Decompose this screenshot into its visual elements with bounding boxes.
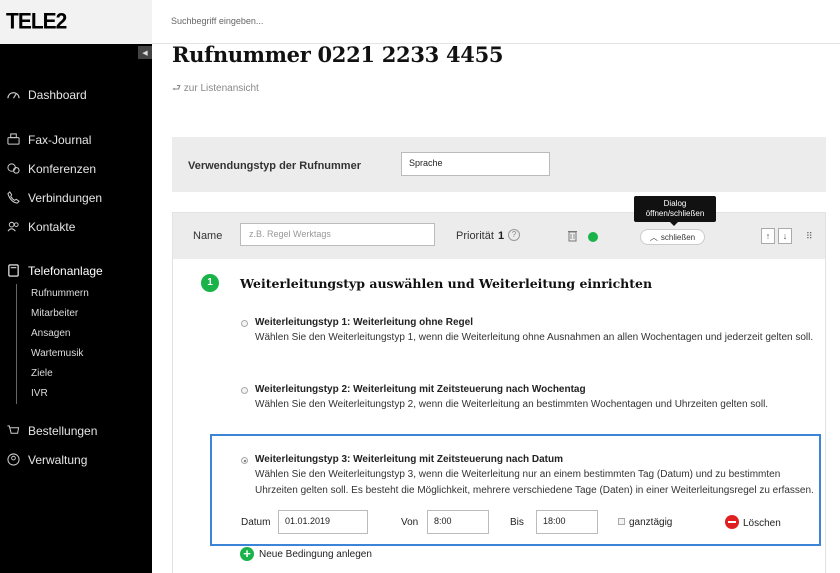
sidebar-item-bestellungen[interactable]: Bestellungen (0, 416, 152, 445)
sidebar-subitem-ziele[interactable]: Ziele (31, 364, 89, 384)
sidebar-item-verbindungen[interactable]: Verbindungen (0, 183, 152, 212)
active-status-dot[interactable] (588, 232, 598, 242)
phone-system-icon (6, 264, 20, 278)
to-time-input[interactable]: 18:00 (536, 510, 598, 534)
sidebar-submenu: Rufnummern Mitarbeiter Ansagen Wartemusi… (16, 284, 89, 404)
rule-name-input[interactable]: z.B. Regel Werktags (240, 223, 435, 246)
page-title: Rufnummer 0221 2233 4455 (172, 42, 504, 67)
sidebar-subitem-rufnummern[interactable]: Rufnummern (31, 284, 89, 304)
priority-value: 1 (498, 230, 505, 242)
sidebar-nav-bottom: Bestellungen Verwaltung (0, 416, 152, 474)
sidebar-item-telefonanlage[interactable]: Telefonanlage (0, 256, 152, 285)
new-condition-label: Neue Bedingung anlegen (259, 548, 372, 560)
rule-name-label: Name (193, 230, 223, 242)
phone-icon (6, 191, 20, 205)
sidebar-item-dashboard[interactable]: Dashboard (0, 80, 152, 109)
usage-type-panel: Verwendungstyp der Rufnummer Sprache (172, 137, 826, 192)
date-label: Datum (241, 517, 271, 528)
sidebar-item-label: Konferenzen (28, 161, 97, 176)
sidebar-item-fax-journal[interactable]: Fax-Journal (0, 125, 152, 154)
date-input[interactable]: 01.01.2019 (278, 510, 368, 534)
user-admin-icon (6, 453, 20, 467)
option-description: Wählen Sie den Weiterleitungstyp 3, wenn… (255, 469, 814, 496)
dashboard-icon (6, 88, 20, 102)
sidebar-subitem-ansagen[interactable]: Ansagen (31, 324, 89, 344)
option-title: Weiterleitungstyp 3: Weiterleitung mit Z… (255, 454, 564, 465)
sidebar: TELE2 ◀ Dashboard Fax-Journal Konferenze… (0, 0, 152, 573)
conference-icon (6, 162, 20, 176)
radio-type-3[interactable] (241, 457, 248, 464)
usage-type-select[interactable]: Sprache (401, 152, 550, 176)
date-condition-row: Datum 01.01.2019 Von 8:00 Bis 18:00 ganz… (211, 508, 811, 538)
sidebar-item-label: Bestellungen (28, 423, 98, 438)
cart-icon (6, 424, 20, 438)
drag-handle-icon[interactable]: ⠿ (806, 231, 813, 242)
move-down-button[interactable]: ↓ (778, 228, 792, 244)
contacts-icon (6, 220, 20, 234)
move-up-button[interactable]: ↑ (761, 228, 775, 244)
sidebar-item-label: Kontakte (28, 219, 76, 234)
allday-label: ganztägig (629, 517, 673, 528)
tooltip-line-1: Dialog (663, 199, 687, 208)
sidebar-collapse-button[interactable]: ◀ (138, 46, 152, 59)
new-condition-button[interactable]: + Neue Bedingung anlegen (240, 547, 372, 561)
close-dialog-button[interactable]: ︿ schließen (640, 229, 705, 245)
sidebar-item-label: Dashboard (28, 87, 87, 102)
dialog-toggle-tooltip: Dialog öffnen/schließen (634, 196, 716, 226)
forwarding-rule-card: Name z.B. Regel Werktags Priorität 1 ? ︿… (172, 212, 826, 573)
sidebar-item-konferenzen[interactable]: Konferenzen (0, 154, 152, 183)
back-link-label: zur Listenansicht (183, 83, 259, 94)
tooltip-line-2: öffnen/schließen (645, 209, 705, 218)
trash-icon[interactable] (567, 229, 578, 242)
sidebar-subitem-mitarbeiter[interactable]: Mitarbeiter (31, 304, 89, 324)
sidebar-item-label: Telefonanlage (28, 263, 103, 278)
priority-label: Priorität (456, 230, 494, 242)
sidebar-item-label: Fax-Journal (28, 132, 92, 147)
to-label: Bis (510, 517, 524, 528)
top-bar: Suchbegriff eingeben... (152, 0, 840, 44)
delete-button[interactable]: Löschen (743, 518, 781, 529)
sidebar-subitem-ivr[interactable]: IVR (31, 384, 89, 404)
rule-header: Name z.B. Regel Werktags Priorität 1 ? ︿… (173, 213, 825, 259)
search-input[interactable]: Suchbegriff eingeben... (171, 16, 263, 26)
radio-type-2[interactable] (241, 387, 248, 394)
close-button-label: schließen (660, 232, 696, 242)
from-label: Von (401, 517, 419, 528)
step-number-badge: 1 (201, 274, 219, 292)
from-time-input[interactable]: 8:00 (427, 510, 489, 534)
chevron-up-icon: ︿ (649, 232, 658, 242)
allday-checkbox[interactable] (618, 518, 625, 525)
sidebar-item-verwaltung[interactable]: Verwaltung (0, 445, 152, 474)
option-title: Weiterleitungstyp 2: Weiterleitung mit Z… (255, 384, 586, 395)
delete-icon[interactable] (725, 515, 739, 529)
option-description: Wählen Sie den Weiterleitungstyp 1, wenn… (255, 332, 814, 343)
sidebar-item-label: Verbindungen (28, 190, 103, 205)
logo-bar: TELE2 (0, 0, 152, 44)
back-arrow-icon: ⮐ (172, 83, 184, 94)
sidebar-nav: Dashboard Fax-Journal Konferenzen Verbin… (0, 80, 152, 285)
plus-icon: + (240, 547, 254, 561)
sidebar-subitem-wartemusik[interactable]: Wartemusik (31, 344, 89, 364)
option-title: Weiterleitungstyp 1: Weiterleitung ohne … (255, 317, 473, 328)
tele2-logo[interactable]: TELE2 (6, 9, 67, 34)
sidebar-item-kontakte[interactable]: Kontakte (0, 212, 152, 241)
radio-type-1[interactable] (241, 320, 248, 327)
back-to-list-link[interactable]: ⮐ zur Listenansicht (172, 81, 259, 98)
option-description: Wählen Sie den Weiterleitungstyp 2, wenn… (255, 399, 769, 410)
help-icon[interactable]: ? (508, 229, 520, 241)
sidebar-item-label: Verwaltung (28, 452, 88, 467)
step-title: Weiterleitungstyp auswählen und Weiterle… (240, 276, 653, 291)
usage-type-label: Verwendungstyp der Rufnummer (188, 160, 361, 172)
fax-icon (6, 133, 20, 147)
